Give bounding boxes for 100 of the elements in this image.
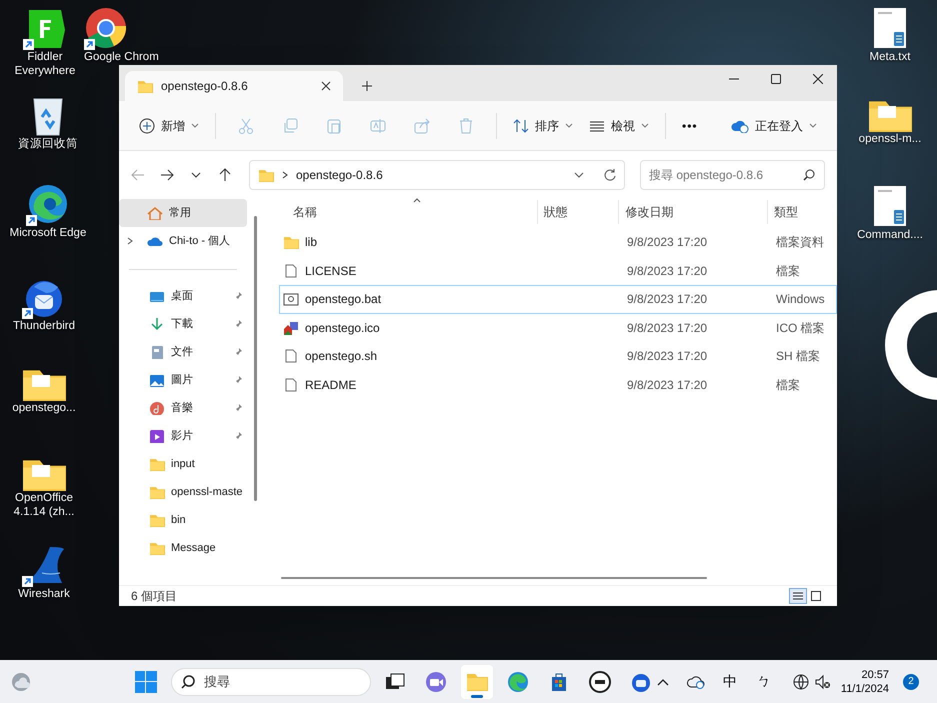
desktop-icon-label[interactable]: OpenOffice 4.1.14 (zh... [4, 491, 84, 519]
search-field[interactable]: 搜尋 openstego-0.8.6 [640, 160, 825, 190]
sidebar-item[interactable]: 常用 [119, 199, 247, 227]
sidebar-item[interactable]: 文件 [119, 338, 247, 366]
sidebar-item[interactable]: 音樂 [119, 394, 247, 422]
house-icon [147, 206, 163, 220]
clipboard-icon [326, 118, 342, 134]
notification-badge[interactable]: 2 [903, 674, 920, 690]
address-bar[interactable]: openstego-0.8.6 [249, 160, 625, 190]
desktop-icon-label[interactable]: Google Chrom [84, 50, 159, 64]
desktop-icon-label[interactable]: Fiddler Everywhere [10, 50, 80, 78]
file-row[interactable]: LICENSE 9/8/2023 17:20 檔案 [279, 256, 837, 285]
rename-icon [370, 118, 386, 134]
desktop-icon-label[interactable]: Microsoft Edge [10, 226, 86, 240]
globe-network-icon [792, 674, 809, 690]
column-header[interactable]: 名稱 [279, 200, 537, 224]
column-header[interactable]: 類型 [767, 200, 837, 224]
blank-file-icon [283, 349, 299, 364]
chevron-right-icon [127, 237, 133, 245]
start-button[interactable] [135, 670, 157, 692]
sidebar-item[interactable]: 下載 [119, 310, 247, 338]
chevron-up-icon [656, 678, 669, 686]
status-text: 6 個項目 [131, 588, 178, 605]
file-row[interactable]: openstego.ico 9/8/2023 17:20 ICO 檔案 [279, 314, 837, 342]
file-row[interactable]: lib 9/8/2023 17:20 檔案資料 [279, 228, 837, 256]
desktop-icon-label[interactable]: Wireshark [18, 587, 70, 601]
cloud-sync-icon [686, 674, 705, 688]
desktop-icon-label[interactable]: Command.... [857, 228, 923, 242]
file-row[interactable]: openstego.sh 9/8/2023 17:20 SH 檔案 [279, 342, 837, 370]
signin-button[interactable]: 正在登入 [723, 110, 825, 142]
blank-file-icon [283, 378, 299, 392]
chevron-down-icon [809, 122, 817, 128]
desktop-icon-label[interactable]: 資源回收筒 [18, 137, 78, 151]
sort-arrows-icon [513, 118, 529, 134]
column-header[interactable]: 修改日期 [618, 200, 768, 224]
sidebar-label: 圖片 [171, 372, 193, 388]
folder-icon [149, 485, 165, 499]
ime-indicator[interactable]: 中 [722, 671, 737, 692]
file-row[interactable]: openstego.bat 9/8/2023 17:20 Windows [279, 285, 837, 314]
document-icon [149, 345, 165, 359]
window-tab[interactable]: openstego-0.8.6 [125, 71, 343, 101]
image-file-icon [283, 320, 299, 335]
sort-button[interactable]: 排序 [505, 110, 581, 142]
sidebar-item[interactable]: input [119, 450, 247, 478]
sidebar-item[interactable]: 桌面 [119, 282, 247, 310]
new-button[interactable]: 新增 [131, 110, 207, 142]
sidebar-item[interactable]: Chi-to - 個人 [119, 227, 247, 255]
file-row[interactable]: README 9/8/2023 17:20 檔案 [279, 370, 837, 399]
folder-icon [258, 168, 274, 182]
sidebar-item[interactable]: bin [119, 506, 247, 534]
details-view-button[interactable] [789, 588, 807, 604]
file-name: openstego.ico [305, 320, 380, 337]
folder-icon [137, 79, 153, 93]
share-icon [414, 118, 430, 134]
view-button[interactable]: 檢視 [581, 110, 657, 142]
desktop-icon-label[interactable]: openstego... [12, 401, 76, 415]
text-file-icon [872, 6, 908, 50]
ime-mode-indicator[interactable]: ㄅ [756, 671, 771, 692]
plus-circle-icon [139, 118, 155, 134]
maximize-icon [771, 74, 781, 84]
scrollbar-thumb[interactable] [254, 216, 256, 501]
up-arrow-button[interactable] [218, 168, 232, 182]
desktop-icon-label[interactable]: Thunderbird [12, 319, 75, 333]
clock-date[interactable]: 11/1/2024 [840, 682, 890, 696]
file-type: 檔案 [775, 262, 800, 280]
video-chat-icon [424, 670, 447, 692]
sidebar-label: 桌面 [171, 288, 193, 304]
clock-time[interactable]: 20:57 [861, 668, 890, 682]
back-arrow-icon [131, 168, 145, 182]
speaker-muted-icon [814, 674, 831, 690]
modified-date: 9/8/2023 17:20 [626, 348, 708, 366]
sidebar-label: openssl-maste [171, 484, 243, 500]
file-type: Windows [775, 291, 825, 308]
plus-icon [361, 80, 373, 92]
sidebar-item[interactable]: 影片 [119, 422, 247, 450]
weather-icon [10, 670, 32, 692]
desktop-icon-label[interactable]: Meta.txt [870, 50, 910, 64]
desktop-icon-label[interactable]: openssl-m... [858, 132, 922, 146]
edge-app-icon [26, 182, 70, 226]
sidebar-item[interactable]: openssl-maste [119, 478, 247, 506]
film-icon [149, 429, 165, 443]
horizontal-scrollbar-thumb[interactable] [281, 577, 707, 579]
more-button[interactable]: ••• [674, 110, 706, 142]
close-icon [813, 74, 823, 84]
sidebar-item[interactable]: 圖片 [119, 366, 247, 394]
sidebar-item[interactable]: Message [119, 534, 247, 562]
monitor-icon [149, 289, 165, 303]
column-header[interactable]: 狀態 [536, 200, 618, 224]
sidebar-label: 常用 [169, 206, 191, 221]
back-arrow-button[interactable] [131, 168, 145, 182]
taskbar-search-field[interactable]: 搜尋 [170, 668, 371, 696]
file-type: ICO 檔案 [775, 320, 825, 337]
search-icon [803, 168, 815, 180]
sidebar-label: 文件 [171, 344, 193, 360]
copy-icon [282, 118, 298, 134]
circle-logo-icon [588, 670, 611, 692]
forward-arrow-button[interactable] [160, 168, 174, 182]
chevron-down-icon [565, 122, 573, 128]
chrome-app-icon [84, 6, 128, 50]
refresh-icon [604, 168, 616, 180]
